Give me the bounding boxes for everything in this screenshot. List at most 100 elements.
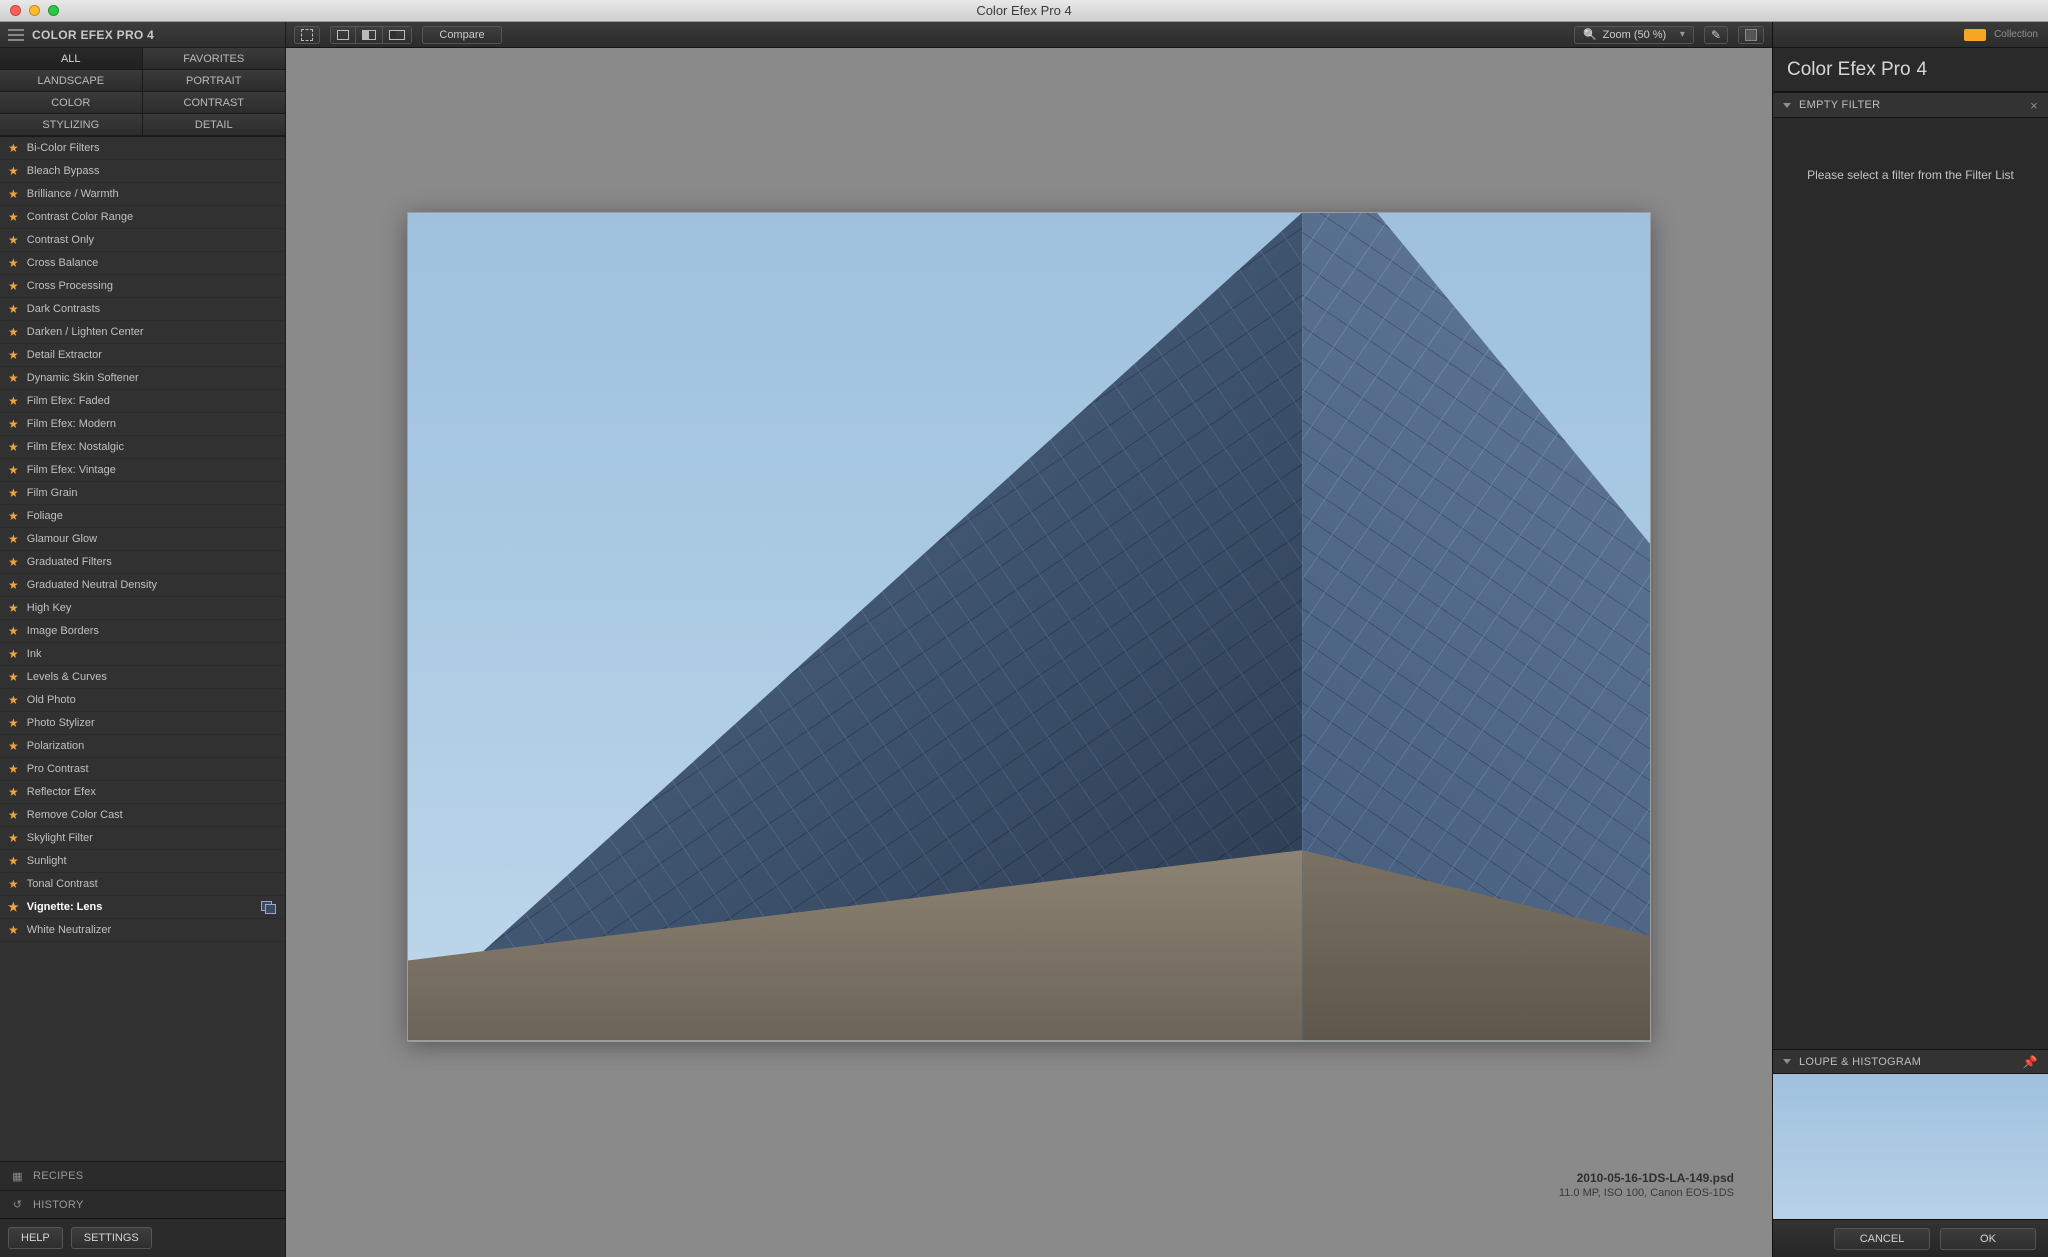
star-icon[interactable]: ★ <box>8 694 19 706</box>
star-icon[interactable]: ★ <box>8 740 19 752</box>
background-color-button[interactable] <box>1738 26 1764 44</box>
empty-filter-header[interactable]: EMPTY FILTER × <box>1773 92 2048 118</box>
star-icon[interactable]: ★ <box>8 671 19 683</box>
filter-item[interactable]: ★Graduated Filters <box>0 551 285 574</box>
filter-item[interactable]: ★Contrast Color Range <box>0 206 285 229</box>
view-side-button[interactable] <box>382 26 412 44</box>
zoom-dropdown[interactable]: Zoom (50 %) ▾ <box>1574 26 1694 44</box>
star-icon[interactable]: ★ <box>8 165 19 177</box>
filter-item[interactable]: ★Graduated Neutral Density <box>0 574 285 597</box>
star-icon[interactable]: ★ <box>8 326 19 338</box>
star-icon[interactable]: ★ <box>8 372 19 384</box>
star-icon[interactable]: ★ <box>8 234 19 246</box>
filter-list[interactable]: ★Bi-Color Filters★Bleach Bypass★Brillian… <box>0 137 285 1161</box>
star-icon[interactable]: ★ <box>8 763 19 775</box>
star-icon[interactable]: ★ <box>8 625 19 637</box>
star-icon[interactable]: ★ <box>8 533 19 545</box>
filter-item[interactable]: ★Ink <box>0 643 285 666</box>
close-icon[interactable]: × <box>2030 98 2038 113</box>
star-icon[interactable]: ★ <box>8 579 19 591</box>
filter-item[interactable]: ★Photo Stylizer <box>0 712 285 735</box>
copy-icon[interactable] <box>261 901 275 913</box>
star-icon[interactable]: ★ <box>8 809 19 821</box>
filter-item[interactable]: ★Contrast Only <box>0 229 285 252</box>
filter-item[interactable]: ★Levels & Curves <box>0 666 285 689</box>
loupe-preview[interactable] <box>1773 1073 2048 1219</box>
filter-item[interactable]: ★Polarization <box>0 735 285 758</box>
history-section[interactable]: ↺ HISTORY <box>0 1190 285 1218</box>
star-icon[interactable]: ★ <box>8 211 19 223</box>
star-icon[interactable]: ★ <box>8 510 19 522</box>
filter-item[interactable]: ★Film Efex: Modern <box>0 413 285 436</box>
menu-icon[interactable] <box>8 29 24 41</box>
category-tab-color[interactable]: COLOR <box>0 92 143 114</box>
filter-item[interactable]: ★Vignette: Lens <box>0 896 285 919</box>
star-icon[interactable]: ★ <box>8 648 19 660</box>
filter-item[interactable]: ★Foliage <box>0 505 285 528</box>
star-icon[interactable]: ★ <box>8 303 19 315</box>
star-icon[interactable]: ★ <box>8 464 19 476</box>
star-icon[interactable]: ★ <box>8 395 19 407</box>
filter-item[interactable]: ★Film Grain <box>0 482 285 505</box>
panel-toggle-button[interactable] <box>294 26 320 44</box>
star-icon[interactable]: ★ <box>8 188 19 200</box>
star-icon[interactable]: ★ <box>8 257 19 269</box>
settings-button[interactable]: SETTINGS <box>71 1227 152 1249</box>
category-tab-detail[interactable]: DETAIL <box>143 114 286 136</box>
filter-item[interactable]: ★Dark Contrasts <box>0 298 285 321</box>
filter-item[interactable]: ★Image Borders <box>0 620 285 643</box>
filter-item[interactable]: ★Cross Balance <box>0 252 285 275</box>
filter-item[interactable]: ★Cross Processing <box>0 275 285 298</box>
star-icon[interactable]: ★ <box>8 878 19 890</box>
recipes-section[interactable]: ▦ RECIPES <box>0 1162 285 1190</box>
star-icon[interactable]: ★ <box>8 855 19 867</box>
cancel-button[interactable]: CANCEL <box>1834 1228 1930 1250</box>
star-icon[interactable]: ★ <box>8 901 19 913</box>
category-tab-all[interactable]: ALL <box>0 48 143 70</box>
star-icon[interactable]: ★ <box>8 142 19 154</box>
brush-tool-button[interactable] <box>1704 26 1728 44</box>
filter-item[interactable]: ★Brilliance / Warmth <box>0 183 285 206</box>
view-single-button[interactable] <box>330 26 355 44</box>
star-icon[interactable]: ★ <box>8 441 19 453</box>
filter-item[interactable]: ★High Key <box>0 597 285 620</box>
pin-icon[interactable]: 📌 <box>2023 1055 2038 1069</box>
filter-item[interactable]: ★Dynamic Skin Softener <box>0 367 285 390</box>
star-icon[interactable]: ★ <box>8 556 19 568</box>
category-tab-portrait[interactable]: PORTRAIT <box>143 70 286 92</box>
image-preview[interactable] <box>408 213 1650 1041</box>
star-icon[interactable]: ★ <box>8 280 19 292</box>
filter-item[interactable]: ★Glamour Glow <box>0 528 285 551</box>
filter-item[interactable]: ★Pro Contrast <box>0 758 285 781</box>
star-icon[interactable]: ★ <box>8 602 19 614</box>
view-split-button[interactable] <box>355 26 382 44</box>
star-icon[interactable]: ★ <box>8 487 19 499</box>
compare-button[interactable]: Compare <box>422 26 502 44</box>
filter-item[interactable]: ★Bi-Color Filters <box>0 137 285 160</box>
canvas-area[interactable]: 2010-05-16-1DS-LA-149.psd 11.0 MP, ISO 1… <box>286 48 1772 1257</box>
category-tab-stylizing[interactable]: STYLIZING <box>0 114 143 136</box>
ok-button[interactable]: OK <box>1940 1228 2036 1250</box>
star-icon[interactable]: ★ <box>8 832 19 844</box>
filter-item[interactable]: ★Film Efex: Vintage <box>0 459 285 482</box>
filter-item[interactable]: ★Remove Color Cast <box>0 804 285 827</box>
filter-item[interactable]: ★Tonal Contrast <box>0 873 285 896</box>
filter-item[interactable]: ★Bleach Bypass <box>0 160 285 183</box>
help-button[interactable]: HELP <box>8 1227 63 1249</box>
filter-item[interactable]: ★Film Efex: Faded <box>0 390 285 413</box>
category-tab-landscape[interactable]: LANDSCAPE <box>0 70 143 92</box>
filter-item[interactable]: ★Sunlight <box>0 850 285 873</box>
filter-item[interactable]: ★Darken / Lighten Center <box>0 321 285 344</box>
filter-item[interactable]: ★White Neutralizer <box>0 919 285 942</box>
star-icon[interactable]: ★ <box>8 349 19 361</box>
filter-item[interactable]: ★Skylight Filter <box>0 827 285 850</box>
filter-item[interactable]: ★Reflector Efex <box>0 781 285 804</box>
category-tab-favorites[interactable]: FAVORITES <box>143 48 286 70</box>
filter-item[interactable]: ★Detail Extractor <box>0 344 285 367</box>
filter-item[interactable]: ★Film Efex: Nostalgic <box>0 436 285 459</box>
category-tab-contrast[interactable]: CONTRAST <box>143 92 286 114</box>
star-icon[interactable]: ★ <box>8 717 19 729</box>
star-icon[interactable]: ★ <box>8 786 19 798</box>
star-icon[interactable]: ★ <box>8 418 19 430</box>
star-icon[interactable]: ★ <box>8 924 19 936</box>
